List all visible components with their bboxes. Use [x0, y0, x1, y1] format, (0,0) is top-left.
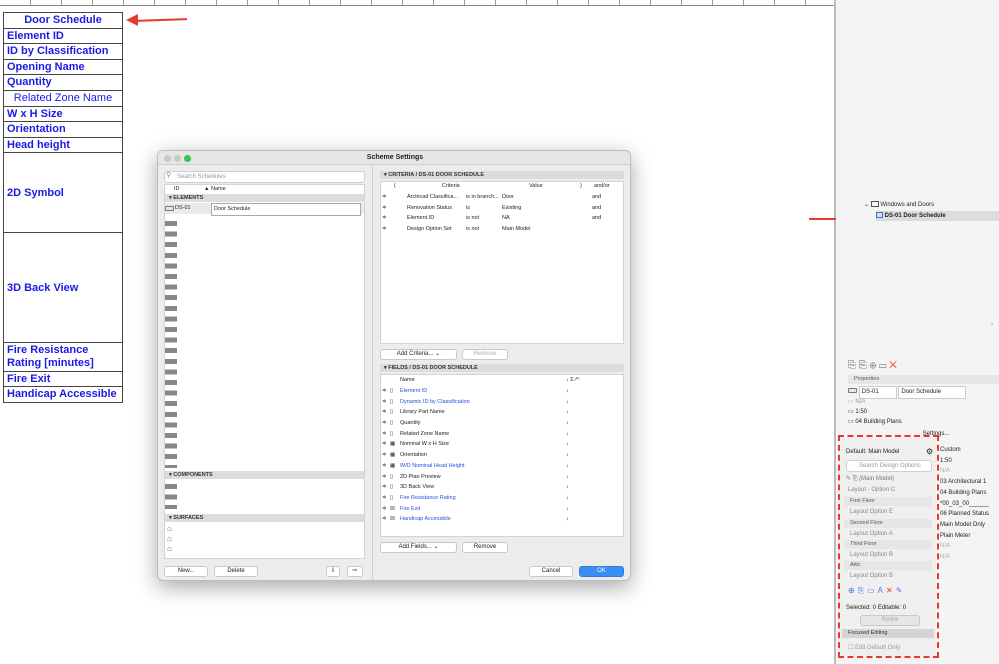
field-row[interactable]: ≑ ▯ Library Part Name ↓ [380, 407, 624, 418]
criteria-header[interactable]: ▾ CRITERIA / DS-01 DOOR SCHEDULE [380, 171, 624, 179]
schedule-row: W x H Size [3, 105, 123, 123]
fields-header[interactable]: ▾ FIELDS / DS-01 DOOR SCHEDULE [380, 364, 624, 372]
elements-section[interactable]: ▾ ELEMENTS [165, 194, 364, 202]
field-row[interactable]: ≑ ▯ Related Zone Name ↓ [380, 429, 624, 440]
properties-id-row: DS-01 Door Schedule [848, 386, 999, 399]
add-criteria-button[interactable]: Add Criteria... ⌄ [380, 349, 457, 360]
field-row[interactable]: ≑ ▯ Quantity ↓ [380, 418, 624, 429]
folder-add-icon[interactable]: ⊕ [870, 360, 877, 371]
red-dashed-highlight [838, 435, 939, 658]
criteria-row[interactable]: ≑ Renovation Status is Existing and [380, 203, 624, 214]
export-icon[interactable]: ⇨ [347, 566, 363, 577]
add-fields-button[interactable]: Add Fields... ⌄ [380, 542, 457, 553]
red-arrow-line-2 [809, 218, 839, 220]
schedule-icon [876, 212, 883, 219]
zoom-window-button[interactable] [184, 155, 191, 162]
import-icon[interactable]: ⇩ [326, 566, 340, 577]
field-row[interactable]: ≑ ▯ 2D Plan Preview ↓ [380, 472, 624, 483]
navigator-folder[interactable]: ⌄ Windows and Doors [864, 200, 999, 210]
criteria-row[interactable]: ≑ Element ID is not NA and [380, 213, 624, 224]
field-row[interactable]: ≑ ▦ Orientation ↓ [380, 450, 624, 461]
components-section[interactable]: ▾ COMPONENTS [165, 471, 364, 479]
field-row[interactable]: ≑ ☒ Fire Exit ↓ [380, 504, 624, 515]
fields-col-name: Name [400, 377, 415, 383]
search-icon: ⚲ [166, 172, 172, 179]
new-schedule-button[interactable]: New... [164, 566, 208, 577]
layout-icon[interactable]: ▭ [879, 360, 887, 371]
col-name-header[interactable]: ▲ Name [204, 184, 226, 195]
ok-button[interactable]: OK [579, 566, 624, 577]
criteria-row[interactable]: ≑ Design Option Set is not Main Model [380, 224, 624, 235]
cancel-button[interactable]: Cancel [529, 566, 573, 577]
field-row[interactable]: ≑ ▯ Element ID ↓ [380, 386, 624, 397]
criteria-rows: ≑ Archicad Classifica... is in branch... Do… [380, 192, 624, 235]
name-field[interactable]: Door Schedule [898, 386, 967, 399]
field-row[interactable]: ≑ ☒ Handicap Accessible ↓ [380, 514, 624, 525]
schedule-row: Head height [3, 136, 123, 154]
side-values: Custom 1:50 N/A 03 Architectural 1 04 Bu… [940, 447, 990, 561]
fields-col-icons: ↓ Σ ⁄ꟹ [566, 377, 580, 383]
new-view-icon[interactable]: ⎘ [848, 360, 856, 371]
schedule-row: 3D Back View [3, 232, 123, 344]
schedule-row: Fire Exit [3, 370, 123, 388]
col-id-header[interactable]: ID [174, 184, 180, 195]
remove-criteria-button[interactable]: Remove [462, 349, 508, 360]
field-row[interactable]: ≑ ▯ Fire Resistance Rating ↓ [380, 493, 624, 504]
field-row[interactable]: ≑ ▦ W/D Nominal Head Height ↓ [380, 461, 624, 472]
field-row[interactable]: ≑ ▯ Dynamic ID by Classification ↓ [380, 397, 624, 408]
schedule-list [164, 184, 365, 559]
schedule-row: Opening Name [3, 58, 123, 76]
panel-toolbar: ⎘ ⎘ ⊕ ▭ ✕ [848, 361, 897, 371]
top-ruler [0, 0, 836, 6]
surfaces-section[interactable]: ▾ SURFACES [165, 514, 364, 522]
field-row[interactable]: ≑ ▦ Nominal W x H Size ↓ [380, 439, 624, 450]
criteria-row[interactable]: ≑ Archicad Classifica... is in branch... Do… [380, 192, 624, 203]
pane-divider[interactable] [372, 166, 373, 580]
properties-layer: ▭ 04 Building Plans [848, 419, 902, 425]
folder-icon [870, 201, 879, 208]
clone-icon[interactable]: ⎘ [859, 360, 867, 371]
scroll-indicator: › [991, 322, 993, 328]
navigator-item-door-schedule[interactable]: DS-01 Door Schedule [876, 211, 999, 221]
surface-icons: ⌂ ⌂ ⌂ [167, 524, 172, 553]
empty-schedule-icons [165, 218, 177, 468]
component-icons [165, 481, 177, 509]
search-schedules-input[interactable]: Search Schedules [164, 171, 365, 183]
red-arrow-line [135, 18, 188, 22]
remove-fields-button[interactable]: Remove [462, 542, 508, 553]
door-schedule-table: Door Schedule Element ID ID by Classific… [3, 12, 123, 403]
schedule-row: Handicap Accessible [3, 386, 123, 403]
chevron-down-icon[interactable]: ⌄ [864, 202, 869, 208]
schedule-icon [165, 206, 174, 211]
scheme-settings-dialog: Scheme Settings Search Schedules ⚲ ID ▲ … [157, 150, 631, 581]
schedule-row: ID by Classification [3, 43, 123, 60]
schedule-row: 2D Symbol [3, 152, 123, 234]
properties-header[interactable]: Properties [848, 375, 999, 384]
schedule-row: Quantity [3, 74, 123, 91]
schedule-row: Fire Resistance Rating [minutes] [3, 342, 123, 372]
schedule-title: Door Schedule [3, 12, 123, 29]
fields-rows: ≑ ▯ Element ID ↓ ≑ ▯ Dynamic ID by Classifica… [380, 386, 624, 525]
close-window-button[interactable] [164, 155, 171, 162]
schedule-row: Element ID [3, 27, 123, 45]
schedule-row: Related Zone Name [3, 89, 123, 107]
delete-icon[interactable]: ✕ [889, 360, 897, 371]
delete-schedule-button[interactable]: Delete [214, 566, 258, 577]
schedule-row-selected[interactable]: DS-01 Door Schedule [165, 203, 364, 216]
minimize-window-button[interactable] [174, 155, 181, 162]
field-row[interactable]: ≑ ▯ 3D Back View ↓ [380, 482, 624, 493]
schedule-row: Orientation [3, 121, 123, 138]
schedule-icon [848, 388, 857, 393]
dialog-title-bar: Scheme Settings [158, 151, 630, 165]
